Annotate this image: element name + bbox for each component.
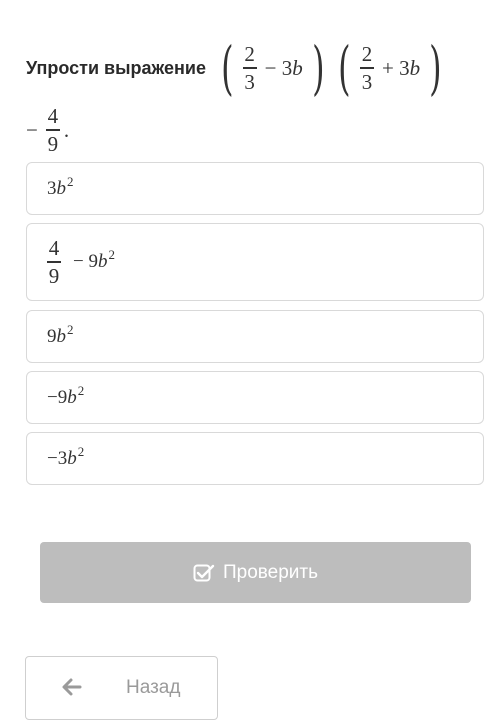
option-coef: 9 xyxy=(47,325,57,347)
right-paren: ) xyxy=(429,34,442,102)
answer-option-1[interactable]: 3b2 xyxy=(26,162,484,215)
fraction-four-ninths: 4 9 xyxy=(45,104,60,156)
back-button-label: Назад xyxy=(126,677,181,698)
answer-option-2[interactable]: 4 9 − 9b2 xyxy=(26,223,484,301)
question-line-1: Упрости выражение ( 2 3 − 3b ) ( 2 3 + 3… xyxy=(26,28,486,108)
fraction-denominator: 3 xyxy=(244,69,255,94)
term-variable: b xyxy=(292,55,303,80)
option-coef: −9 xyxy=(47,386,68,408)
fraction-bar xyxy=(242,67,257,69)
fraction-four-ninths: 4 9 xyxy=(47,236,61,288)
fraction-two-thirds: 2 3 xyxy=(242,42,257,94)
term-variable: b xyxy=(409,55,421,80)
minus-sign: − xyxy=(26,117,38,142)
option-expression: 4 9 − 9b2 xyxy=(47,236,115,288)
fraction-numerator: 2 xyxy=(361,42,373,67)
option-variable: b xyxy=(56,325,67,347)
minus-term: − 3b xyxy=(265,56,303,81)
fraction-numerator: 4 xyxy=(48,236,60,261)
check-button[interactable]: Проверить xyxy=(40,542,471,603)
question: Упрости выражение ( 2 3 − 3b ) ( 2 3 + 3… xyxy=(26,28,486,158)
answer-option-3[interactable]: 9b2 xyxy=(26,310,484,363)
term-coef: + 3 xyxy=(381,55,410,80)
fraction-numerator: 2 xyxy=(244,42,255,67)
checkbox-checked-icon xyxy=(193,564,215,581)
left-paren: ( xyxy=(338,34,351,102)
option-expression: 9b2 xyxy=(47,322,74,348)
option-exponent: 2 xyxy=(67,173,74,189)
option-expression: 3b2 xyxy=(47,174,74,200)
option-variable: b xyxy=(67,447,77,469)
right-paren: ) xyxy=(311,34,325,102)
fraction-denominator: 9 xyxy=(47,131,59,156)
fraction-denominator: 3 xyxy=(361,69,373,94)
fraction-bar xyxy=(359,67,374,69)
option-coef: −3 xyxy=(47,447,68,469)
question-prompt: Упрости выражение xyxy=(26,57,206,78)
fraction-bar xyxy=(45,129,60,131)
fraction-numerator: 4 xyxy=(47,104,59,129)
option-exponent: 2 xyxy=(77,443,85,459)
period: . xyxy=(63,117,70,142)
option-variable: b xyxy=(67,386,77,408)
plus-term: + 3b xyxy=(382,56,420,81)
option-coef: 3 xyxy=(47,177,57,199)
option-exponent: 2 xyxy=(67,321,74,337)
option-variable: b xyxy=(97,251,108,272)
fraction-bar xyxy=(47,261,61,263)
left-paren: ( xyxy=(221,34,234,102)
option-variable: b xyxy=(56,177,67,199)
option-exponent: 2 xyxy=(108,247,115,262)
fraction-two-thirds: 2 3 xyxy=(359,42,374,94)
arrow-left-icon xyxy=(62,678,82,696)
option-expression: −3b2 xyxy=(47,444,84,470)
back-button[interactable]: Назад xyxy=(25,656,218,720)
answer-option-5[interactable]: −3b2 xyxy=(26,432,484,485)
option-exponent: 2 xyxy=(77,382,85,398)
answer-option-4[interactable]: −9b2 xyxy=(26,371,484,424)
option-expression: −9b2 xyxy=(47,383,84,409)
option-rest: − 9b2 xyxy=(73,247,115,273)
question-line-2: − 4 9 . xyxy=(26,102,486,158)
check-button-label: Проверить xyxy=(222,561,319,583)
fraction-denominator: 9 xyxy=(48,263,60,288)
term-coef: − 3 xyxy=(264,55,293,80)
option-coef: − 9 xyxy=(73,251,98,272)
